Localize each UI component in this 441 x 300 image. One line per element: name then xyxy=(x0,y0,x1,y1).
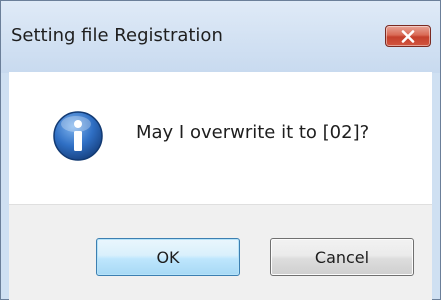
ok-button[interactable]: OK xyxy=(96,238,240,276)
cancel-button-label: Cancel xyxy=(314,247,370,267)
close-button[interactable] xyxy=(385,25,431,47)
dialog-message: May I overwrite it to [02]? xyxy=(136,122,370,143)
window-title: Setting file Registration xyxy=(11,25,223,46)
ok-button-label: OK xyxy=(156,247,180,267)
cancel-button[interactable]: Cancel xyxy=(270,238,414,276)
close-icon xyxy=(401,29,415,43)
title-bar[interactable]: Setting file Registration xyxy=(1,1,440,73)
info-icon xyxy=(53,111,103,161)
